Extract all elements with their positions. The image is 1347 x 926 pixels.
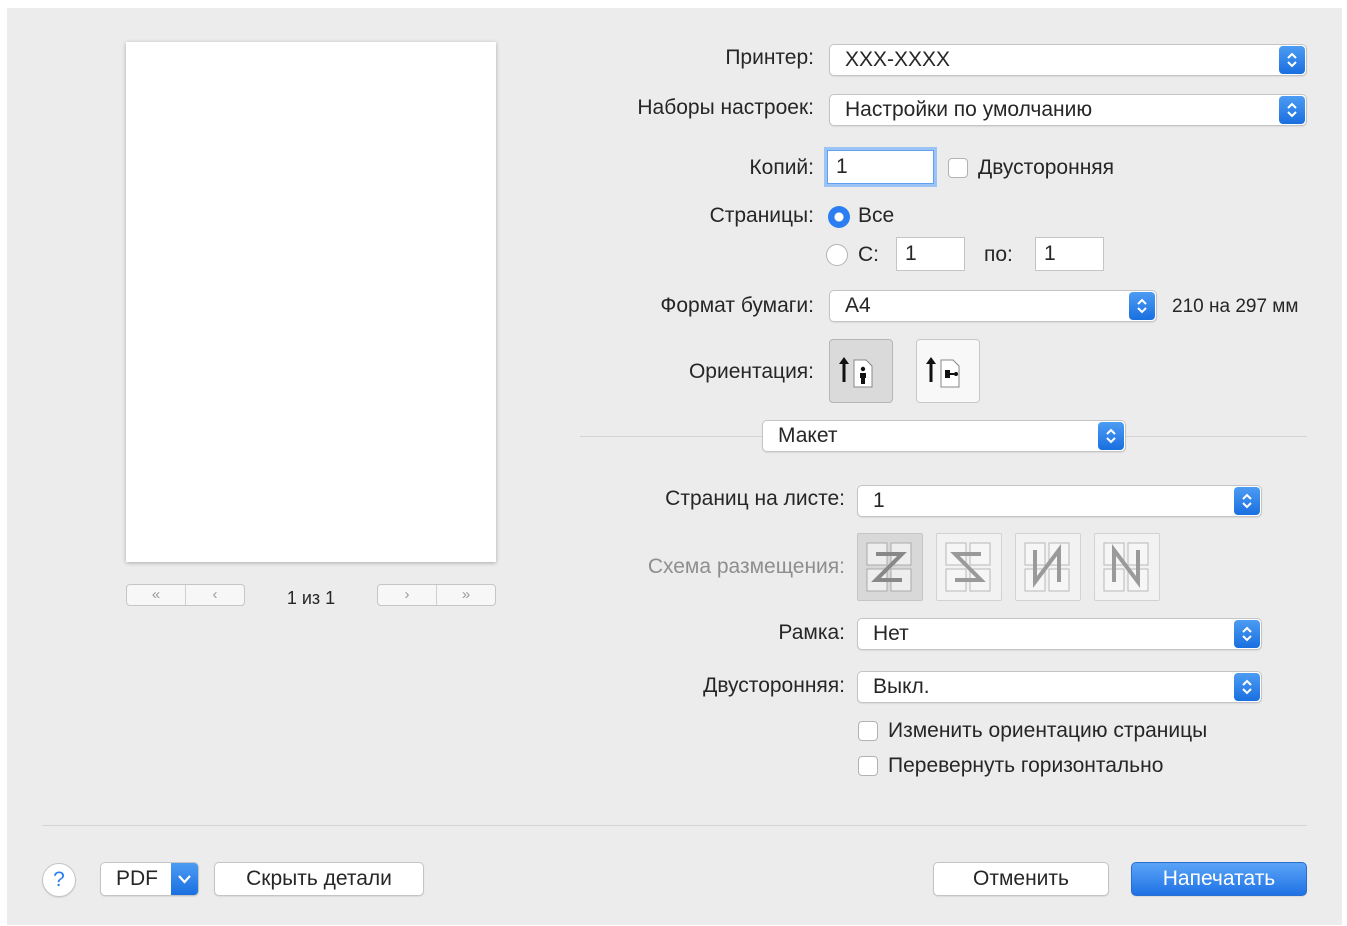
cancel-button[interactable]: Отменить [933,862,1109,896]
updown-arrows-icon [1234,620,1260,648]
reverse-orientation-checkbox[interactable] [858,721,878,741]
border-label: Рамка: [778,621,845,644]
chevron-down-icon [171,863,198,895]
paper-size-popup[interactable]: A4 [829,290,1157,322]
pdf-menu-button[interactable]: PDF [100,862,199,896]
page-preview [126,42,496,562]
paper-size-value: A4 [845,294,871,317]
border-popup[interactable]: Нет [857,618,1262,650]
copies-input[interactable]: 1 [827,150,934,184]
next-page-icon[interactable]: › [378,585,436,605]
printer-label: Принтер: [725,46,814,69]
updown-arrows-icon [1279,46,1305,74]
updown-arrows-icon [1234,487,1260,515]
two-sided-label: Двусторонняя [978,156,1115,179]
previous-page-icon[interactable]: ‹ [185,585,244,605]
two-sided-value: Выкл. [873,675,930,698]
paper-size-label: Формат бумаги: [660,294,814,317]
printer-popup[interactable]: XXX-XXXX [829,44,1307,76]
pages-to-input[interactable]: 1 [1035,237,1104,271]
pages-from-input[interactable]: 1 [896,237,965,271]
updown-arrows-icon [1234,673,1260,701]
pages-to-label: по: [984,243,1013,266]
presets-popup[interactable]: Настройки по умолчанию [829,94,1307,126]
updown-arrows-icon [1279,96,1305,124]
presets-value: Настройки по умолчанию [845,98,1093,121]
two-sided-popup[interactable]: Выкл. [857,671,1262,703]
layout-direction-label: Схема размещения: [647,555,845,578]
presets-label: Наборы настроек: [637,96,814,119]
landscape-icon [926,357,960,388]
orientation-label: Ориентация: [688,360,814,383]
copies-label: Копий: [749,156,814,179]
flip-horizontal-label: Перевернуть горизонтально [888,754,1164,777]
pages-per-sheet-popup[interactable]: 1 [857,485,1262,517]
orientation-portrait-button[interactable] [829,339,893,403]
paper-dimensions: 210 на 297 мм [1172,296,1299,317]
section-value: Макет [778,424,838,447]
pages-per-sheet-label: Страниц на листе: [665,487,845,510]
updown-arrows-icon [1098,422,1124,450]
layout-n-reverse-icon [1024,542,1070,592]
portrait-icon [839,357,873,388]
layout-direction-n-button[interactable] [1094,533,1160,601]
pages-all-radio[interactable] [828,206,850,228]
flip-horizontal-checkbox[interactable] [858,756,878,776]
preview-forward-controls: › » [377,584,496,606]
updown-arrows-icon [1129,292,1155,320]
layout-n-icon [1103,542,1149,592]
last-page-icon[interactable]: » [436,585,495,605]
border-value: Нет [873,622,909,645]
pages-range-radio[interactable] [826,244,848,266]
printer-value: XXX-XXXX [845,48,951,71]
print-button[interactable]: Напечатать [1131,862,1307,896]
pages-label: Страницы: [709,204,814,227]
orientation-landscape-button[interactable] [916,339,980,403]
hide-details-button[interactable]: Скрыть детали [214,862,424,896]
preview-page-count: 1 из 1 [286,588,336,608]
two-sided-checkbox[interactable] [948,158,968,178]
pages-from-label: С: [858,243,879,266]
layout-z-icon [866,542,912,592]
help-button[interactable]: ? [42,863,76,897]
layout-direction-s-button[interactable] [936,533,1002,601]
reverse-orientation-label: Изменить ориентацию страницы [888,719,1208,742]
section-popup[interactable]: Макет [762,420,1126,452]
first-page-icon[interactable]: « [127,585,185,605]
footer-divider [42,825,1307,826]
preview-back-controls: « ‹ [126,584,245,606]
layout-direction-z-button[interactable] [857,533,923,601]
layout-s-reverse-icon [945,542,991,592]
pages-all-label: Все [858,204,895,227]
two-sided-popup-label: Двусторонняя: [703,674,845,697]
pdf-label: PDF [116,867,158,890]
pages-per-sheet-value: 1 [873,489,885,512]
layout-direction-n-reverse-button[interactable] [1015,533,1081,601]
